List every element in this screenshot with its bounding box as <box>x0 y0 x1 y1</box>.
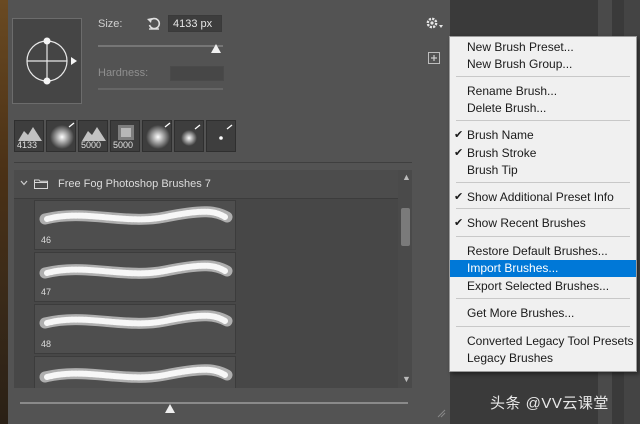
checkmark-icon: ✔ <box>454 147 464 159</box>
recent-brush-6[interactable] <box>206 120 236 152</box>
menu-separator <box>456 120 630 121</box>
menu-item-label: Brush Tip <box>467 163 518 177</box>
watermark-text: 头条 @VV云课堂 <box>490 395 609 412</box>
folder-icon <box>34 179 48 189</box>
checkmark-icon: ✔ <box>454 129 464 141</box>
brush-group-row[interactable]: Free Fog Photoshop Brushes 7 <box>14 170 398 199</box>
menu-item-label: Show Additional Preset Info <box>467 190 614 204</box>
brush-number: 47 <box>41 287 52 297</box>
menu-separator <box>456 76 630 77</box>
brush-item[interactable]: 48 <box>34 304 236 354</box>
menu-separator <box>456 182 630 183</box>
scrollbar-thumb[interactable] <box>401 208 410 246</box>
scroll-up-icon[interactable]: ▲ <box>402 172 411 182</box>
menu-item-show-additional-preset-info[interactable]: ✔ Show Additional Preset Info <box>450 189 636 206</box>
hardness-label: Hardness: <box>98 67 149 79</box>
menu-item-show-recent-brushes[interactable]: ✔ Show Recent Brushes <box>450 215 636 232</box>
recent-brush-3[interactable]: 5000 <box>110 120 140 152</box>
scroll-down-icon[interactable]: ▼ <box>402 374 411 384</box>
menu-item-brush-name[interactable]: ✔ Brush Name <box>450 127 636 144</box>
menu-item-import-brushes[interactable]: Import Brushes... <box>450 260 636 277</box>
recent-brush-size: 5000 <box>81 140 102 150</box>
preview-size-slider-track[interactable] <box>20 402 408 404</box>
menu-item-label: Delete Brush... <box>467 101 547 115</box>
recent-brush-size: 4133 <box>17 140 38 150</box>
menu-item-legacy-brushes[interactable]: Legacy Brushes <box>450 350 636 367</box>
menu-item-label: Export Selected Brushes... <box>467 279 610 293</box>
menu-separator <box>456 298 630 299</box>
brush-angle-preview[interactable] <box>12 18 82 104</box>
menu-item-label: Brush Stroke <box>467 146 537 160</box>
menu-item-get-more-brushes[interactable]: Get More Brushes... <box>450 305 636 322</box>
preview-size-slider-thumb[interactable] <box>165 404 175 413</box>
brush-group-name: Free Fog Photoshop Brushes 7 <box>58 178 211 190</box>
menu-item-label: Show Recent Brushes <box>467 216 586 230</box>
recent-brush-2[interactable]: 5000 <box>78 120 108 152</box>
recent-brush-1[interactable] <box>46 120 76 152</box>
size-label: Size: <box>98 18 123 30</box>
menu-item-converted-legacy-tool-presets[interactable]: Converted Legacy Tool Presets <box>450 333 636 350</box>
brush-number: 46 <box>41 235 52 245</box>
new-preset-icon[interactable] <box>428 52 440 64</box>
menu-item-label: Brush Name <box>467 128 534 142</box>
size-input[interactable]: 4133 px <box>168 15 222 32</box>
menu-item-label: Get More Brushes... <box>467 306 575 320</box>
menu-item-label: Rename Brush... <box>467 84 558 98</box>
recent-brush-5[interactable] <box>174 120 204 152</box>
brush-stroke-preview <box>39 260 233 279</box>
recent-brush-size: 5000 <box>113 140 134 150</box>
gear-icon[interactable] <box>422 14 446 34</box>
menu-separator <box>456 236 630 237</box>
checkmark-icon: ✔ <box>454 217 464 229</box>
menu-item-label: Converted Legacy Tool Presets <box>467 334 634 348</box>
resize-grip-icon[interactable] <box>436 408 446 418</box>
brush-item[interactable] <box>34 356 236 388</box>
menu-item-label: Restore Default Brushes... <box>467 244 608 258</box>
size-slider-thumb[interactable] <box>210 44 221 53</box>
menu-item-label: Import Brushes... <box>467 261 559 275</box>
menu-item-restore-default-brushes[interactable]: Restore Default Brushes... <box>450 243 636 260</box>
menu-item-brush-stroke[interactable]: ✔ Brush Stroke <box>450 145 636 162</box>
list-scrollbar[interactable] <box>398 170 412 388</box>
reset-icon[interactable] <box>146 15 162 31</box>
hardness-input <box>170 66 224 81</box>
brush-stroke-preview <box>39 310 233 329</box>
menu-separator <box>456 208 630 209</box>
menu-item-brush-tip[interactable]: Brush Tip <box>450 162 636 179</box>
recent-brush-4[interactable] <box>142 120 172 152</box>
brush-list: Free Fog Photoshop Brushes 7 46 47 48 <box>14 170 398 388</box>
canvas-edge <box>0 0 8 424</box>
checkmark-icon: ✔ <box>454 191 464 203</box>
menu-item-label: New Brush Preset... <box>467 40 574 54</box>
brush-panel-menu: New Brush Preset... New Brush Group... Ren… <box>449 36 637 372</box>
brush-stroke-preview <box>39 364 233 383</box>
recent-brush-0[interactable]: 4133 <box>14 120 44 152</box>
menu-item-delete-brush[interactable]: Delete Brush... <box>450 100 636 117</box>
chevron-down-icon[interactable] <box>20 179 28 187</box>
menu-item-new-brush-group[interactable]: New Brush Group... <box>450 56 636 73</box>
brush-stroke-preview <box>39 206 233 225</box>
menu-item-label: Legacy Brushes <box>467 351 554 365</box>
menu-item-new-brush-preset[interactable]: New Brush Preset... <box>450 39 636 56</box>
menu-separator <box>456 326 630 327</box>
size-slider-track[interactable] <box>98 45 223 47</box>
brush-item[interactable]: 46 <box>34 200 236 250</box>
menu-item-label: New Brush Group... <box>467 57 573 71</box>
divider <box>14 162 412 163</box>
brush-number: 48 <box>41 339 52 349</box>
menu-item-export-selected-brushes[interactable]: Export Selected Brushes... <box>450 278 636 295</box>
brush-item[interactable]: 47 <box>34 252 236 302</box>
hardness-slider-track <box>98 88 223 90</box>
menu-item-rename-brush[interactable]: Rename Brush... <box>450 83 636 100</box>
recent-brushes: 4133 5000 5000 <box>14 120 236 154</box>
brush-tip-crosshair <box>26 37 77 85</box>
